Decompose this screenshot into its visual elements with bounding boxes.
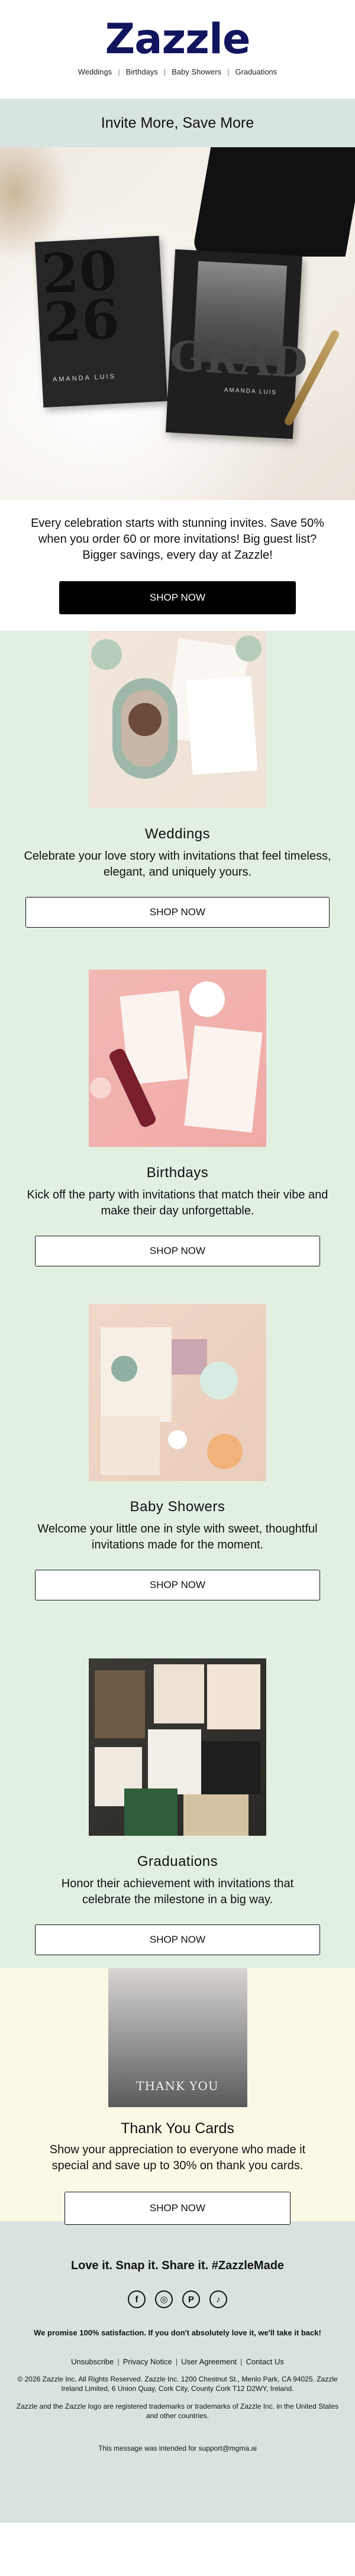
category-graduations: Graduations Honor their achievement with… — [0, 1658, 355, 1968]
shop-now-button[interactable]: SHOP NOW — [64, 2192, 291, 2225]
pinterest-icon[interactable]: P — [182, 2290, 200, 2308]
category-description: Honor their achievement with invitations… — [61, 1877, 294, 1906]
nav-baby-showers[interactable]: Baby Showers — [172, 67, 221, 76]
header: Zazzle Weddings | Birthdays | Baby Showers | G… — [0, 0, 355, 99]
categories-section: Weddings Celebrate your love story with … — [0, 631, 355, 1968]
category-description: Welcome your little one in style with sw… — [37, 1522, 318, 1551]
user-agreement-link[interactable]: User Agreement — [181, 2357, 237, 2366]
trademark-notice: Zazzle and the Zazzle logo are registere… — [16, 2402, 339, 2420]
privacy-notice-link[interactable]: Privacy Notice — [123, 2357, 172, 2366]
thank-you-image[interactable]: THANK YOU — [108, 1968, 247, 2107]
nav-birthdays[interactable]: Birthdays — [126, 67, 158, 76]
graduation-cap — [191, 147, 355, 257]
legal-address: © 2026 Zazzle Inc. All Rights Reserved. … — [17, 2375, 338, 2393]
facebook-icon[interactable]: f — [128, 2290, 146, 2308]
intended-recipient: This message was intended for support@mg… — [98, 2444, 257, 2452]
top-nav: Weddings | Birthdays | Baby Showers | Graduati… — [0, 67, 355, 76]
category-description: Celebrate your love story with invitatio… — [24, 850, 331, 879]
social-links: f ◎ P ♪ — [0, 2290, 355, 2308]
category-title: Graduations — [137, 1854, 218, 1869]
instagram-icon[interactable]: ◎ — [155, 2290, 173, 2308]
card-name: AMANDA LUIS — [52, 372, 117, 384]
shop-now-button[interactable]: SHOP NOW — [25, 897, 330, 928]
promo-banner[interactable]: Invite More, Save More — [0, 99, 355, 147]
category-weddings: Weddings Celebrate your love story with … — [0, 631, 355, 970]
invitation-card-grad: GRAD AMANDA LUIS — [166, 249, 309, 439]
email-page: Zazzle Weddings | Birthdays | Baby Showers | G… — [0, 0, 355, 2576]
zazzle-logo[interactable]: Zazzle — [0, 0, 355, 63]
nav-separator: | — [163, 67, 166, 76]
category-birthdays: Birthdays Kick off the party with invita… — [0, 970, 355, 1304]
shop-now-button[interactable]: SHOP NOW — [35, 1570, 320, 1600]
intro-text: Every celebration starts with stunning i… — [31, 517, 324, 562]
card-name: AMANDA LUIS — [224, 387, 277, 396]
satisfaction-promise: We promise 100% satisfaction. If you don… — [34, 2328, 321, 2337]
intro-section: Every celebration starts with stunning i… — [0, 500, 355, 631]
invitation-card-2026: 20 26 AMANDA LUIS — [34, 235, 168, 408]
contact-us-link[interactable]: Contact Us — [246, 2357, 284, 2366]
graduations-image[interactable] — [89, 1658, 266, 1836]
category-description: Kick off the party with invitations that… — [27, 1188, 328, 1217]
nav-separator: | — [118, 67, 120, 76]
nav-separator: | — [227, 67, 230, 76]
nav-graduations[interactable]: Graduations — [235, 67, 277, 76]
baby-showers-image[interactable] — [89, 1304, 266, 1481]
category-title: Baby Showers — [130, 1499, 225, 1515]
shop-now-button[interactable]: SHOP NOW — [35, 1924, 320, 1955]
category-baby-showers: Baby Showers Welcome your little one in … — [0, 1304, 355, 1658]
thank-you-section: THANK YOU Thank You Cards Show your appr… — [0, 1968, 355, 2225]
weddings-image[interactable] — [89, 631, 266, 808]
card-year: 20 26 — [39, 238, 121, 355]
tiktok-icon[interactable]: ♪ — [209, 2290, 227, 2308]
birthdays-image[interactable] — [89, 970, 266, 1147]
footer-links: Unsubscribe | Privacy Notice | User Agreemen… — [71, 2357, 284, 2366]
footer: Love it. Snap it. Share it. #ZazzleMade … — [0, 2221, 355, 2523]
shop-now-button[interactable]: SHOP NOW — [35, 1236, 320, 1266]
category-title: Weddings — [144, 826, 211, 842]
nav-weddings[interactable]: Weddings — [78, 67, 112, 76]
card-grad-text: GRAD — [168, 331, 309, 388]
category-title: Birthdays — [146, 1165, 209, 1181]
thank-you-description: Show your appreciation to everyone who m… — [49, 2143, 306, 2172]
thank-you-title: Thank You Cards — [121, 2120, 234, 2137]
hero-image[interactable]: 20 26 AMANDA LUIS GRAD AMANDA LUIS — [0, 147, 355, 500]
unsubscribe-link[interactable]: Unsubscribe — [71, 2357, 114, 2366]
card-thank-you-text: THANK YOU — [136, 2079, 219, 2093]
footer-tagline: Love it. Snap it. Share it. #ZazzleMade — [70, 2259, 285, 2272]
shop-now-button[interactable]: SHOP NOW — [59, 581, 296, 614]
